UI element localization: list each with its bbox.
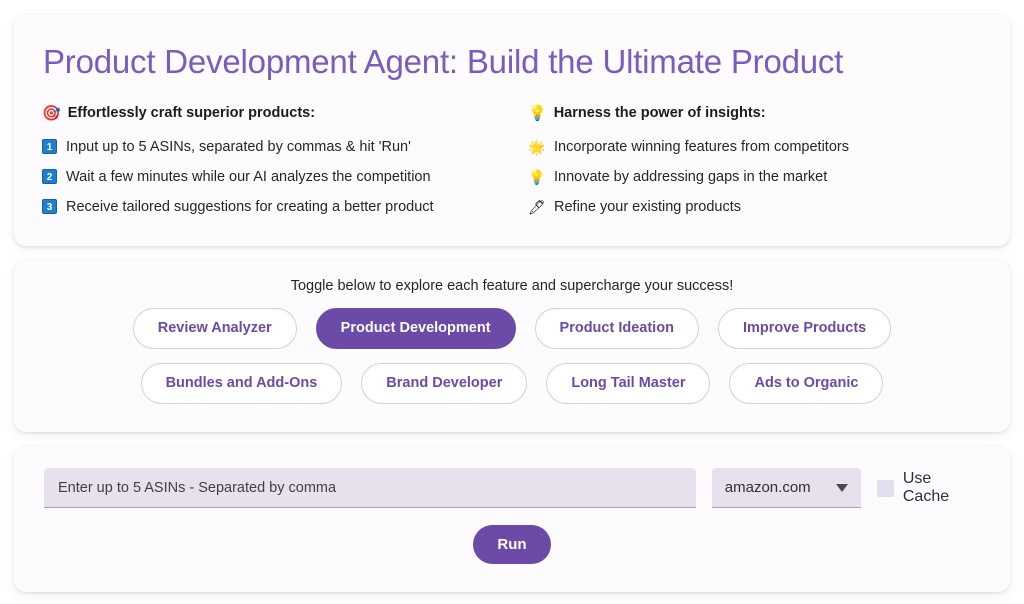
- list-item: 2 Wait a few minutes while our AI analyz…: [42, 162, 528, 192]
- page-title: Product Development Agent: Build the Ult…: [43, 43, 844, 80]
- use-cache-toggle[interactable]: Use Cache: [876, 468, 980, 508]
- step-label: Receive tailored suggestions for creatin…: [66, 198, 434, 215]
- use-cache-label: Use Cache: [902, 470, 950, 505]
- tab-ads-to-organic[interactable]: Ads to Organic: [729, 363, 884, 404]
- right-column-heading: 💡 Harness the power of insights:: [528, 106, 982, 121]
- use-cache-checkbox[interactable]: [876, 479, 894, 497]
- list-item: 🌟 Incorporate winning features from comp…: [528, 132, 982, 162]
- feature-toggle-card: Toggle below to explore each feature and…: [14, 260, 1010, 432]
- tab-improve-products[interactable]: Improve Products: [717, 308, 892, 349]
- form-row: amazon.com Use Cache: [44, 468, 980, 508]
- right-column-heading-label: Harness the power of insights:: [553, 104, 766, 121]
- list-item: 3 Receive tailored suggestions for creat…: [42, 192, 528, 222]
- app-root: Product Development Agent: Build the Ult…: [0, 0, 1024, 604]
- list-item: 💡 Innovate by addressing gaps in the mar…: [528, 162, 982, 192]
- run-button[interactable]: Run: [473, 525, 551, 564]
- insight-label: Incorporate winning features from compet…: [554, 138, 849, 155]
- column-right: 💡 Harness the power of insights: 🌟 Incor…: [528, 106, 982, 222]
- tab-product-ideation[interactable]: Product Ideation: [534, 308, 699, 349]
- input-form-card: amazon.com Use Cache Run: [14, 446, 1010, 592]
- step-label: Input up to 5 ASINs, separated by commas…: [66, 138, 411, 155]
- tab-review-analyzer[interactable]: Review Analyzer: [132, 308, 297, 349]
- list-item: 1 Input up to 5 ASINs, separated by comm…: [42, 132, 528, 162]
- chevron-down-icon: [835, 483, 848, 492]
- list-item: 🖊 Refine your existing products: [528, 192, 982, 222]
- pen-icon: 🖊: [528, 198, 546, 215]
- insight-label: Refine your existing products: [554, 198, 741, 215]
- glowing-star-icon: 🌟: [528, 138, 546, 155]
- feature-pill-row-1: Review Analyzer Product Development Prod…: [34, 308, 990, 349]
- tab-bundles-and-add-ons[interactable]: Bundles and Add-Ons: [140, 363, 343, 404]
- feature-columns: 🎯 Effortlessly craft superior products: …: [42, 106, 982, 222]
- left-column-heading-label: Effortlessly craft superior products:: [67, 104, 316, 121]
- column-left: 🎯 Effortlessly craft superior products: …: [42, 106, 528, 222]
- keycap-2-icon: 2: [42, 169, 57, 185]
- tab-product-development[interactable]: Product Development: [315, 308, 516, 349]
- lightbulb-icon: 💡: [528, 168, 546, 185]
- lightbulb-icon: 💡: [528, 104, 547, 122]
- toggle-hint-text: Toggle below to explore each feature and…: [290, 278, 734, 294]
- keycap-3-icon: 3: [42, 199, 57, 215]
- steps-list: 1 Input up to 5 ASINs, separated by comm…: [42, 132, 528, 222]
- hero-card: Product Development Agent: Build the Ult…: [14, 14, 1010, 246]
- dart-target-icon: 🎯: [42, 104, 61, 122]
- tab-long-tail-master[interactable]: Long Tail Master: [546, 363, 711, 404]
- tab-brand-developer[interactable]: Brand Developer: [361, 363, 528, 404]
- step-label: Wait a few minutes while our AI analyzes…: [66, 168, 431, 185]
- marketplace-select[interactable]: amazon.com: [711, 468, 861, 508]
- asin-input[interactable]: [44, 468, 696, 508]
- marketplace-select-value: amazon.com: [724, 479, 811, 496]
- keycap-1-icon: 1: [42, 139, 57, 155]
- left-column-heading: 🎯 Effortlessly craft superior products:: [42, 106, 528, 121]
- feature-pill-row-2: Bundles and Add-Ons Brand Developer Long…: [34, 363, 990, 404]
- insight-label: Innovate by addressing gaps in the marke…: [554, 168, 828, 185]
- insights-list: 🌟 Incorporate winning features from comp…: [528, 132, 982, 222]
